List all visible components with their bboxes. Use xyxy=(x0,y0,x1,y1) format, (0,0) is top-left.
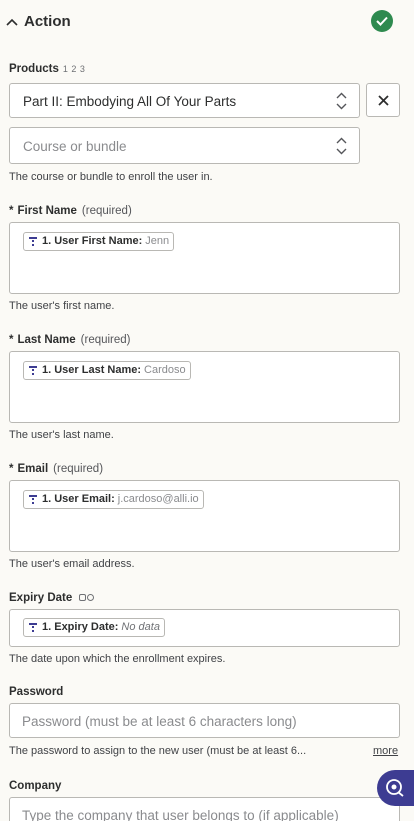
section-title: Action xyxy=(24,13,71,30)
green-check-icon xyxy=(371,10,393,32)
step-icon xyxy=(29,237,37,246)
company-placeholder: Type the company that user belongs to (i… xyxy=(22,808,339,821)
products-selected-value: Part II: Embodying All Of Your Parts xyxy=(23,94,237,109)
email-label: * Email (required) xyxy=(9,463,104,475)
password-placeholder: Password (must be at least 6 characters … xyxy=(22,714,297,729)
date-format-icon xyxy=(79,592,95,604)
expiry-date-field[interactable]: 1. Expiry Date: No data xyxy=(9,609,400,647)
chevron-up-icon[interactable] xyxy=(6,17,18,27)
step-icon xyxy=(29,623,37,632)
select-chevrons-icon xyxy=(336,137,347,155)
expiry-date-help: The date upon which the enrollment expir… xyxy=(9,653,226,665)
first-name-label: * First Name (required) xyxy=(9,205,132,217)
password-help: The password to assign to the new user (… xyxy=(9,745,307,757)
last-name-field[interactable]: 1. User Last Name: Cardoso xyxy=(9,351,400,423)
course-select[interactable]: Course or bundle xyxy=(9,127,360,164)
first-name-mapped-pill[interactable]: 1. User First Name: Jenn xyxy=(23,232,175,251)
chat-help-button[interactable] xyxy=(377,770,414,806)
last-name-mapped-pill[interactable]: 1. User Last Name: Cardoso xyxy=(23,361,191,380)
password-input[interactable]: Password (must be at least 6 characters … xyxy=(9,703,400,738)
step-icon xyxy=(29,495,37,504)
course-placeholder: Course or bundle xyxy=(23,139,127,154)
select-chevrons-icon xyxy=(336,92,347,110)
expiry-date-label: Expiry Date xyxy=(9,592,95,604)
clear-products-button[interactable] xyxy=(366,83,400,117)
email-mapped-pill[interactable]: 1. User Email: j.cardoso@alli.io xyxy=(23,490,204,509)
close-icon xyxy=(378,95,389,106)
first-name-field[interactable]: 1. User First Name: Jenn xyxy=(9,222,400,294)
email-help: The user's email address. xyxy=(9,558,135,570)
first-name-help: The user's first name. xyxy=(9,300,115,312)
last-name-help: The user's last name. xyxy=(9,429,114,441)
company-input[interactable]: Type the company that user belongs to (i… xyxy=(9,797,400,821)
chat-bubble-icon xyxy=(386,779,404,797)
password-more-link[interactable]: more xyxy=(373,745,398,757)
products-label: Products 1 2 3 xyxy=(9,63,86,75)
course-help: The course or bundle to enroll the user … xyxy=(9,171,213,183)
last-name-label: * Last Name (required) xyxy=(9,334,131,346)
password-label: Password xyxy=(9,686,64,698)
expiry-date-mapped-pill[interactable]: 1. Expiry Date: No data xyxy=(23,618,165,637)
products-steps: 1 2 3 xyxy=(62,64,86,74)
step-icon xyxy=(29,366,37,375)
action-section-header[interactable]: Action xyxy=(0,0,414,44)
products-select[interactable]: Part II: Embodying All Of Your Parts xyxy=(9,83,360,118)
email-field[interactable]: 1. User Email: j.cardoso@alli.io xyxy=(9,480,400,552)
company-label: Company xyxy=(9,780,62,792)
